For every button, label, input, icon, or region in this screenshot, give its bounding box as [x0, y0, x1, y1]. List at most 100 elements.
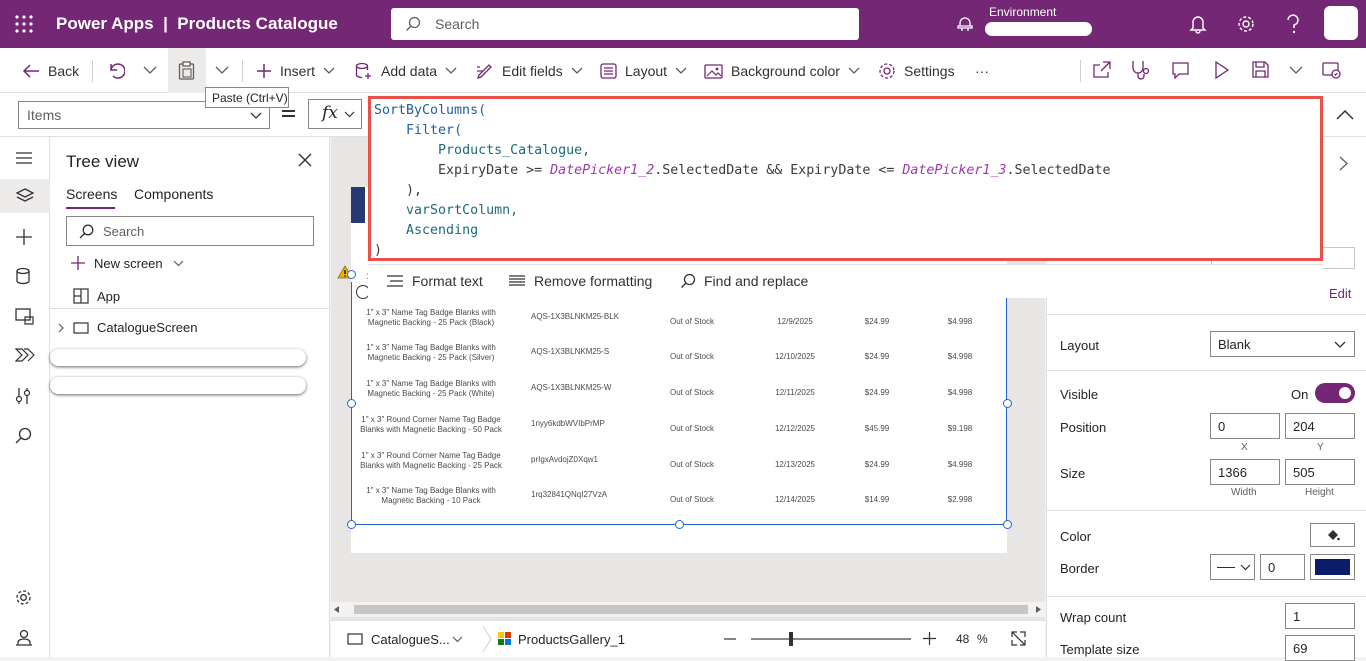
format-text-button[interactable]: Format text [386, 273, 483, 289]
tree-view-tab[interactable] [0, 179, 50, 213]
save-icon[interactable] [1252, 61, 1269, 78]
collapse-formula-icon[interactable] [1336, 109, 1354, 120]
new-screen-button[interactable]: New screen [70, 255, 184, 271]
tree-search-placeholder: Search [103, 224, 145, 239]
tree-item-app[interactable]: App [73, 288, 120, 304]
width-label: Width [1231, 487, 1257, 498]
tab-screens[interactable]: Screens [66, 186, 117, 209]
screen-selector[interactable]: CatalogueS... [371, 632, 450, 647]
database-icon[interactable] [15, 267, 31, 285]
gear-icon[interactable] [15, 589, 32, 606]
gear-icon[interactable] [1237, 15, 1255, 33]
code-line: SortByColumns( [374, 101, 1320, 121]
scroll-thumb[interactable] [354, 605, 1028, 614]
background-color-button[interactable]: Background color [704, 48, 860, 93]
paste-button[interactable] [168, 48, 206, 93]
layout-button[interactable]: Layout [600, 48, 687, 93]
tree-search-input[interactable]: Search [66, 216, 314, 246]
gallery-cell-sku: 1nyy6kdbWVIbPrMP [531, 418, 605, 428]
chevron-down-icon[interactable] [143, 66, 157, 75]
tab-components[interactable]: Components [134, 186, 213, 202]
zoom-in-icon[interactable] [923, 632, 936, 645]
find-replace-button[interactable]: Find and replace [680, 273, 808, 289]
variables-icon[interactable] [15, 387, 31, 405]
wrap-count-label: Wrap count [1060, 610, 1127, 625]
settings-button[interactable]: Settings [878, 48, 955, 93]
environment-icon[interactable] [956, 15, 974, 33]
gallery-row[interactable]: 1" x 3" Name Tag Badge Blanks with Magne… [352, 481, 1008, 517]
products-gallery[interactable]: 1" x 3" Name Tag Badge Blanks with Magne… [347, 270, 1012, 529]
width-input[interactable]: 1366 [1210, 459, 1280, 485]
border-width-input[interactable]: 0 [1260, 554, 1305, 580]
chevron-down-icon[interactable] [452, 636, 463, 643]
layout-dropdown[interactable]: Blank [1210, 331, 1355, 357]
resize-handle[interactable] [675, 520, 684, 529]
equals-sign [282, 115, 295, 117]
back-button[interactable]: Back [22, 48, 79, 93]
formula-toolbar: Format text Remove formatting Find and r… [368, 264, 1323, 298]
scroll-left-icon[interactable] [334, 606, 339, 613]
global-search-input[interactable]: Search [391, 8, 859, 40]
search-icon[interactable] [15, 427, 32, 444]
app-checker-icon[interactable] [1131, 60, 1150, 80]
resize-handle[interactable] [1003, 399, 1012, 408]
share-icon[interactable] [1092, 61, 1111, 79]
zoom-slider[interactable] [751, 638, 911, 640]
gallery-row[interactable]: 1" x 3" Round Corner Name Tag Badge Blan… [352, 410, 1008, 446]
close-icon[interactable] [298, 153, 312, 167]
border-color-picker[interactable] [1310, 554, 1355, 580]
border-style-dropdown[interactable] [1210, 554, 1255, 580]
waffle-icon[interactable] [15, 15, 33, 33]
chevron-right-icon[interactable] [1339, 156, 1348, 171]
remove-formatting-button[interactable]: Remove formatting [508, 273, 652, 289]
paste-chevron-icon[interactable] [215, 66, 229, 75]
canvas-scrollbar[interactable] [331, 602, 1045, 617]
fit-to-screen-icon[interactable] [1011, 631, 1026, 646]
fx-button[interactable]: fx [308, 99, 362, 129]
resize-handle[interactable] [1003, 520, 1012, 529]
zoom-out-icon[interactable] [724, 638, 736, 640]
virtual-agent-icon[interactable] [15, 629, 33, 646]
tree-item-cataloguescreen[interactable]: CatalogueScreen [58, 320, 197, 335]
scroll-right-icon[interactable] [1036, 606, 1041, 613]
formula-editor[interactable]: SortByColumns( Filter( Products_Catalogu… [368, 96, 1323, 261]
zoom-slider-thumb[interactable] [789, 632, 793, 646]
chevron-down-icon[interactable] [1289, 66, 1303, 75]
undo-icon[interactable] [107, 62, 125, 79]
redacted-item[interactable] [50, 349, 306, 366]
avatar[interactable] [1324, 6, 1358, 40]
gallery-cell-name: 1" x 3" Name Tag Badge Blanks with Magne… [366, 307, 496, 327]
help-icon[interactable] [1286, 14, 1300, 34]
app-name: Products Catalogue [177, 14, 338, 33]
edit-fields-link[interactable]: Edit [1329, 286, 1351, 301]
control-selector[interactable]: ProductsGallery_1 [518, 632, 625, 647]
color-picker[interactable] [1310, 523, 1355, 547]
environment-selector[interactable] [985, 22, 1092, 36]
hamburger-icon[interactable] [15, 151, 33, 165]
gallery-row[interactable]: 1" x 3" Name Tag Badge Blanks with Magne… [352, 303, 1008, 339]
bell-icon[interactable] [1189, 14, 1207, 34]
position-x-input[interactable]: 0 [1210, 413, 1280, 439]
redacted-item[interactable] [50, 377, 306, 394]
play-icon[interactable] [1214, 61, 1229, 79]
resize-handle[interactable] [347, 399, 356, 408]
gallery-row[interactable]: 1" x 3" Name Tag Badge Blanks with Magne… [352, 338, 1008, 374]
resize-handle[interactable] [347, 270, 356, 279]
more-commands-button[interactable]: ··· [975, 48, 989, 93]
position-y-input[interactable]: 204 [1285, 413, 1355, 439]
comment-icon[interactable] [1171, 61, 1190, 79]
visible-toggle[interactable] [1315, 383, 1355, 403]
add-data-button[interactable]: Add data [355, 48, 457, 93]
wrap-count-input[interactable]: 1 [1285, 603, 1355, 629]
edit-fields-button[interactable]: Edit fields [476, 48, 583, 93]
gallery-row[interactable]: 1" x 3" Name Tag Badge Blanks with Magne… [352, 374, 1008, 410]
media-icon[interactable] [15, 308, 34, 325]
height-input[interactable]: 505 [1285, 459, 1355, 485]
publish-icon[interactable] [1322, 60, 1341, 79]
resize-handle[interactable] [347, 520, 356, 529]
tree-view-title: Tree view [66, 152, 140, 171]
plus-icon[interactable] [15, 228, 33, 246]
gallery-row[interactable]: 1" x 3" Round Corner Name Tag Badge Blan… [352, 446, 1008, 482]
template-size-input[interactable]: 69 [1285, 635, 1355, 661]
power-automate-icon[interactable] [15, 348, 35, 362]
